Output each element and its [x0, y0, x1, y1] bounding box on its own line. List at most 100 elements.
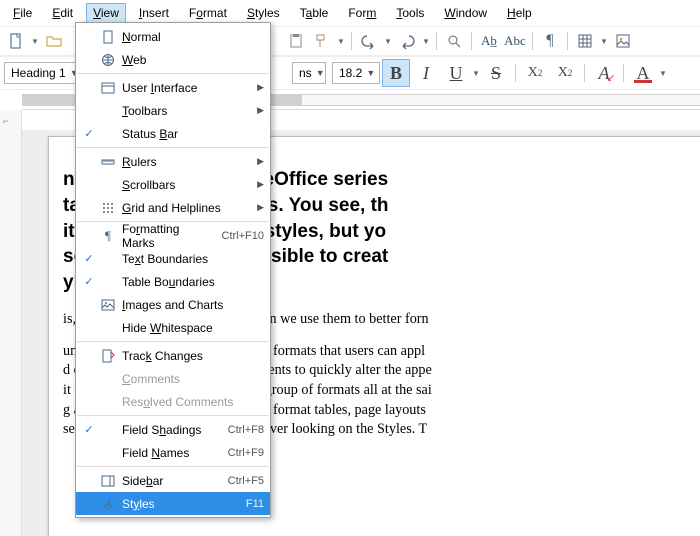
menu-window[interactable]: Window: [437, 3, 494, 23]
ruler-icon: [100, 154, 116, 170]
formatting-marks-button[interactable]: ¶: [538, 29, 562, 53]
menuitem-label: Styles: [122, 497, 238, 511]
menuitem-field-shadings[interactable]: ✓Field ShadingsCtrl+F8: [76, 418, 270, 441]
subscript-button[interactable]: X2: [551, 59, 579, 87]
blank-icon: [100, 445, 116, 461]
dropdown-arrow-icon[interactable]: ▼: [30, 29, 40, 53]
menu-help[interactable]: Help: [500, 3, 539, 23]
menu-view[interactable]: View: [86, 3, 126, 23]
accelerator: Ctrl+F10: [222, 230, 265, 242]
undo-dropdown-icon[interactable]: ▼: [383, 29, 393, 53]
menu-tools[interactable]: Tools: [389, 3, 431, 23]
menu-separator: [77, 147, 269, 148]
font-color-button[interactable]: A: [629, 59, 657, 87]
new-doc-button[interactable]: [4, 29, 28, 53]
menuitem-label: Comments: [122, 372, 264, 386]
separator: [584, 64, 585, 82]
separator: [532, 32, 533, 50]
superscript-button[interactable]: X2: [521, 59, 549, 87]
check-icon: [82, 201, 96, 215]
paragraph-style-value: Heading 1: [11, 66, 66, 80]
menuitem-sidebar[interactable]: Sidebar Ctrl+F5: [76, 469, 270, 492]
font-size-select[interactable]: 18.2 ▼: [332, 62, 380, 84]
table-dropdown-icon[interactable]: ▼: [599, 29, 609, 53]
menuitem-field-names[interactable]: Field NamesCtrl+F9: [76, 441, 270, 464]
check-icon: ✓: [82, 127, 96, 141]
menuitem-images-and-charts[interactable]: Images and Charts: [76, 293, 270, 316]
menuitem-label: Rulers: [122, 155, 251, 169]
redo-button[interactable]: [395, 29, 419, 53]
check-icon: [82, 229, 96, 243]
check-icon: [82, 81, 96, 95]
menu-insert[interactable]: Insert: [132, 3, 176, 23]
menuitem-label: Normal: [122, 30, 264, 44]
menu-form[interactable]: Form: [341, 3, 383, 23]
menuitem-formatting-marks[interactable]: ¶Formatting MarksCtrl+F10: [76, 224, 270, 247]
menuitem-label: Track Changes: [122, 349, 264, 363]
redo-dropdown-icon[interactable]: ▼: [421, 29, 431, 53]
menuitem-label: Hide Whitespace: [122, 321, 264, 335]
blank-icon: [100, 126, 116, 142]
menuitem-label: Web: [122, 53, 264, 67]
menu-table[interactable]: Table: [293, 3, 336, 23]
menuitem-normal[interactable]: Normal: [76, 25, 270, 48]
check-icon: ✓: [82, 423, 96, 437]
menu-file[interactable]: File: [6, 3, 39, 23]
blank-icon: [100, 371, 116, 387]
spellcheck-button[interactable]: Ab̲: [477, 29, 501, 53]
vertical-ruler[interactable]: ⌐: [0, 110, 22, 536]
menuitem-toolbars[interactable]: Toolbars▶: [76, 99, 270, 122]
paste-button[interactable]: [284, 29, 308, 53]
accelerator: Ctrl+F5: [228, 475, 264, 487]
check-icon: [82, 349, 96, 363]
underline-dropdown-icon[interactable]: ▼: [472, 69, 480, 78]
check-icon: [82, 53, 96, 67]
menuitem-track-changes[interactable]: Track Changes: [76, 344, 270, 367]
table-button[interactable]: [573, 29, 597, 53]
menu-styles[interactable]: Styles: [240, 3, 287, 23]
menuitem-hide-whitespace[interactable]: Hide Whitespace: [76, 316, 270, 339]
font-name-tail: ns: [299, 66, 312, 80]
menuitem-table-boundaries[interactable]: ✓Table Boundaries: [76, 270, 270, 293]
menuitem-scrollbars[interactable]: Scrollbars▶: [76, 173, 270, 196]
menu-separator: [77, 466, 269, 467]
underline-button[interactable]: U: [442, 59, 470, 87]
view-menu-dropdown: Normal Web User Interface▶Toolbars▶✓Status…: [75, 22, 271, 518]
menuitem-rulers[interactable]: Rulers▶: [76, 150, 270, 173]
menuitem-label: Field Names: [122, 446, 220, 460]
blank-icon: [100, 251, 116, 267]
clone-dropdown-icon[interactable]: ▼: [336, 29, 346, 53]
undo-button[interactable]: [357, 29, 381, 53]
check-icon: [82, 446, 96, 460]
italic-button[interactable]: I: [412, 59, 440, 87]
image-icon: [100, 297, 116, 313]
check-icon: ✓: [82, 252, 96, 266]
bold-button[interactable]: B: [382, 59, 410, 87]
menuitem-label: Sidebar: [122, 474, 220, 488]
menuitem-styles[interactable]: A̲StylesF11: [76, 492, 270, 515]
menu-edit[interactable]: Edit: [45, 3, 80, 23]
separator: [471, 32, 472, 50]
separator: [351, 32, 352, 50]
clear-formatting-button[interactable]: A↙: [590, 59, 618, 87]
track-icon: [100, 348, 116, 364]
ui-icon: [100, 80, 116, 96]
font-name-dropdown-tail[interactable]: ns ▼: [292, 62, 326, 84]
blank-icon: [100, 320, 116, 336]
chevron-down-icon: ▼: [366, 68, 375, 78]
menu-format[interactable]: Format: [182, 3, 234, 23]
autospell-button[interactable]: Abc: [503, 29, 527, 53]
find-button[interactable]: [442, 29, 466, 53]
menuitem-text-boundaries[interactable]: ✓Text Boundaries: [76, 247, 270, 270]
image-button[interactable]: [611, 29, 635, 53]
menuitem-user-interface[interactable]: User Interface▶: [76, 76, 270, 99]
menuitem-status-bar[interactable]: ✓Status Bar: [76, 122, 270, 145]
menuitem-grid-and-helplines[interactable]: Grid and Helplines▶: [76, 196, 270, 219]
clone-format-button[interactable]: [310, 29, 334, 53]
fontcolor-dropdown-icon[interactable]: ▼: [659, 69, 667, 78]
open-button[interactable]: [42, 29, 66, 53]
menuitem-label: User Interface: [122, 81, 251, 95]
menuitem-web[interactable]: Web: [76, 48, 270, 71]
check-icon: [82, 104, 96, 118]
strikethrough-button[interactable]: S: [482, 59, 510, 87]
